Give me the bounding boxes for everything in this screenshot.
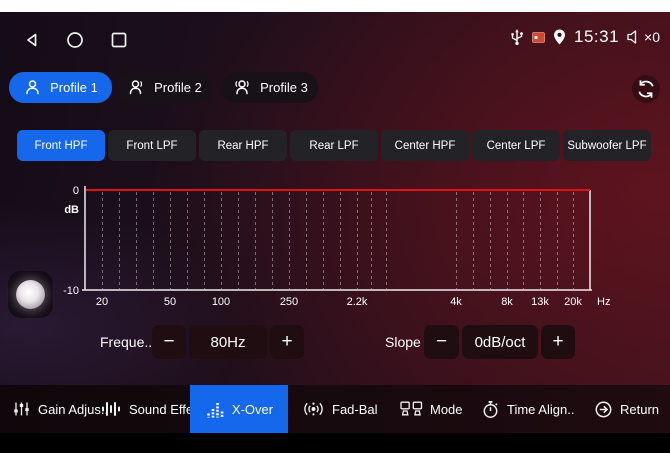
clock: 15:31: [574, 27, 619, 47]
person-icon: [23, 78, 42, 97]
nav-x-over[interactable]: X-Over: [190, 385, 288, 433]
x-axis-unit: Hz: [597, 296, 610, 308]
y-tick-label: -10: [63, 285, 79, 297]
y-axis-label: dB: [64, 204, 79, 216]
tab-label: Front LPF: [126, 140, 177, 152]
frequency-plus-button[interactable]: +: [270, 325, 304, 359]
tab-label: Profile 2: [154, 80, 202, 95]
sound-effect-icon: [100, 400, 122, 418]
nav-return[interactable]: Return: [594, 385, 659, 433]
screen: 15:31 ×0 Profile 1 Profile 2: [0, 0, 670, 453]
gain-adjust-icon: [12, 400, 31, 418]
person-wave-icon: [127, 78, 146, 97]
recents-icon[interactable]: [109, 30, 129, 50]
tab-label: Front HPF: [34, 140, 87, 152]
tab-label: Center LPF: [487, 140, 546, 152]
frequency-minus-button[interactable]: −: [152, 325, 186, 359]
top-strip: [0, 0, 670, 12]
tab-rear-lpf[interactable]: Rear LPF: [290, 130, 378, 161]
slope-minus-button[interactable]: −: [424, 325, 459, 359]
slope-plus-button[interactable]: +: [541, 325, 575, 359]
tab-center-hpf[interactable]: Center HPF: [381, 130, 469, 161]
x-tick-label: 20: [96, 296, 108, 308]
tab-profile-2[interactable]: Profile 2: [117, 72, 212, 103]
frequency-label: Freque..: [100, 325, 152, 359]
mode-icon: [400, 401, 423, 417]
sd-card-icon: [532, 32, 545, 43]
tab-front-lpf[interactable]: Front LPF: [108, 130, 196, 161]
nav-label: X-Over: [232, 402, 273, 417]
nav-label: Gain Adjus..: [38, 402, 108, 417]
tab-profile-1[interactable]: Profile 1: [9, 72, 112, 103]
tab-label: Rear LPF: [309, 140, 358, 152]
person-waves-icon: [232, 78, 252, 97]
nav-label: Return: [620, 402, 659, 417]
tab-label: Subwoofer LPF: [567, 140, 646, 152]
x-tick-label: 4k: [450, 296, 462, 308]
x-tick-label: 50: [164, 296, 176, 308]
tab-label: Profile 1: [50, 80, 98, 95]
tab-profile-3[interactable]: Profile 3: [222, 72, 318, 103]
tab-subwoofer-lpf[interactable]: Subwoofer LPF: [563, 130, 651, 161]
tab-rear-hpf[interactable]: Rear HPF: [199, 130, 287, 161]
nav-mode[interactable]: Mode: [400, 385, 463, 433]
nav-label: Mode: [430, 402, 463, 417]
bottom-nav-bar: Gain Adjus.. Sound Effe..: [0, 385, 670, 433]
tab-front-hpf[interactable]: Front HPF: [17, 130, 105, 161]
refresh-icon: [634, 77, 658, 101]
fader-balance-icon: [302, 400, 325, 418]
tab-label: Profile 3: [260, 80, 308, 95]
nav-label: Fad-Bal: [332, 402, 378, 417]
volume-status: ×0: [626, 29, 660, 45]
floating-assist-button[interactable]: [8, 271, 53, 318]
y-tick-label: 0: [73, 185, 79, 197]
tab-center-lpf[interactable]: Center LPF: [472, 130, 560, 161]
nav-sound-effect[interactable]: Sound Effe..: [100, 385, 200, 433]
back-icon[interactable]: [22, 30, 42, 50]
x-tick-label: 8k: [501, 296, 513, 308]
nav-fad-bal[interactable]: Fad-Bal: [302, 385, 378, 433]
nav-time-align[interactable]: Time Align..: [481, 385, 574, 433]
x-tick-label: 20k: [564, 296, 582, 308]
time-align-icon: [481, 400, 500, 419]
x-tick-label: 13k: [531, 296, 549, 308]
speaker-mute-icon: [626, 29, 642, 45]
frequency-value: 80Hz: [189, 325, 267, 359]
return-icon: [594, 400, 613, 419]
usb-icon: [509, 28, 525, 46]
x-tick-label: 2.2k: [347, 296, 368, 308]
slope-value: 0dB/oct: [462, 325, 538, 359]
nav-gain-adjust[interactable]: Gain Adjus..: [12, 385, 108, 433]
nav-label: Time Align..: [507, 402, 574, 417]
x-tick-label: 250: [280, 296, 298, 308]
assist-ball-icon: [16, 280, 45, 309]
bottom-bezel: [0, 433, 670, 453]
slope-label: Slope: [385, 325, 421, 359]
reset-button[interactable]: [632, 75, 660, 103]
location-icon: [552, 28, 567, 46]
tab-label: Center HPF: [395, 140, 456, 152]
xover-icon: [205, 401, 225, 418]
home-icon[interactable]: [65, 30, 85, 50]
x-tick-label: 100: [212, 296, 230, 308]
tab-label: Rear HPF: [217, 140, 268, 152]
volume-mute-label: ×0: [644, 29, 660, 45]
